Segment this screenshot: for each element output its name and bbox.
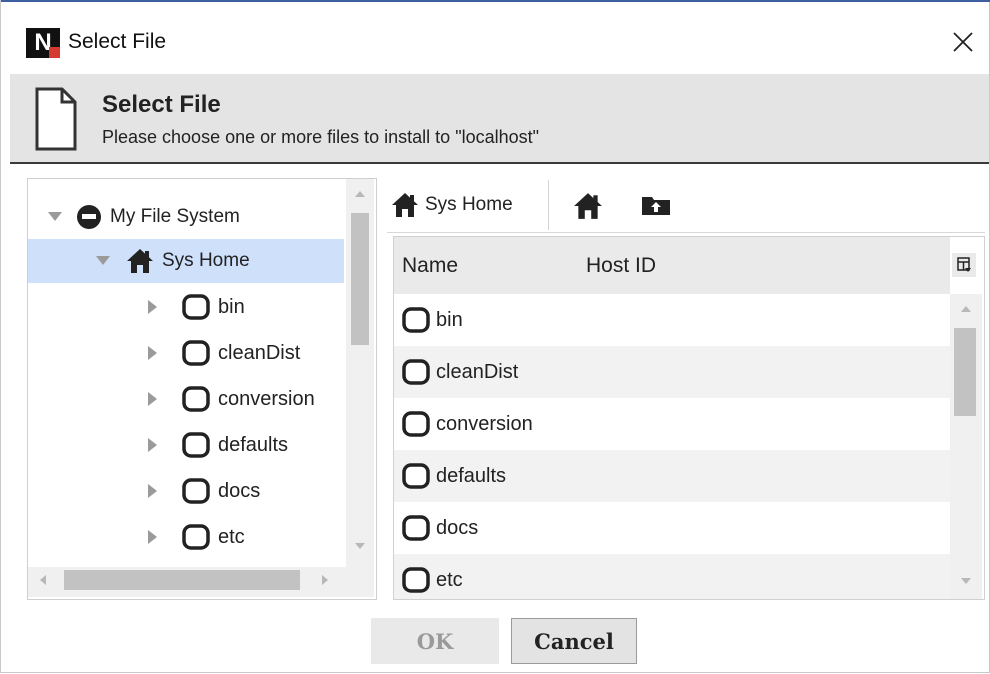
collapsed-arrow-icon[interactable]	[148, 438, 158, 452]
location-bar-divider	[387, 232, 985, 233]
folder-icon	[402, 515, 430, 541]
niagara-logo-icon: N	[26, 28, 60, 58]
ok-button[interactable]: OK	[371, 618, 499, 664]
file-list-row-docs[interactable]: docs	[394, 502, 950, 554]
dialog-header: Select File Please choose one or more fi…	[10, 74, 989, 164]
tree-item-cleandist[interactable]: cleanDist	[28, 331, 344, 375]
column-header-name[interactable]: Name	[402, 254, 458, 278]
tree-vertical-scroll-thumb[interactable]	[351, 213, 369, 345]
drive-icon	[77, 205, 101, 229]
file-name: cleanDist	[436, 360, 519, 383]
tree-item-conversion[interactable]: conversion	[28, 377, 344, 421]
tree-item-label: defaults	[218, 433, 289, 456]
tree-item-label: etc	[218, 525, 245, 548]
tree-item-etc[interactable]: etc	[28, 515, 344, 559]
close-icon	[953, 32, 973, 52]
tree-item-my-file-system[interactable]: My File System	[28, 195, 344, 239]
home-icon	[127, 249, 153, 273]
collapsed-arrow-icon[interactable]	[148, 346, 158, 360]
file-name: etc	[436, 568, 463, 591]
tree-item-label: bin	[218, 295, 245, 318]
file-name: conversion	[436, 412, 533, 435]
file-name: docs	[436, 516, 479, 539]
folder-up-icon	[642, 197, 670, 215]
cancel-button[interactable]: Cancel	[511, 618, 637, 664]
folder-icon	[402, 567, 430, 593]
go-up-button[interactable]	[641, 194, 671, 221]
folder-icon	[402, 359, 430, 385]
tree-item-label: Sys Home	[162, 250, 250, 271]
file-list-row-bin[interactable]: bin	[394, 294, 950, 346]
folder-icon	[182, 386, 210, 412]
tree-vertical-scrollbar[interactable]	[346, 179, 374, 567]
header-title: Select File	[102, 91, 221, 118]
folder-icon	[182, 524, 210, 550]
go-home-button[interactable]	[573, 192, 603, 225]
tree-item-label: docs	[218, 479, 261, 502]
folder-icon	[182, 478, 210, 504]
expand-arrow-icon[interactable]	[96, 256, 110, 266]
home-icon	[574, 193, 602, 219]
file-name: defaults	[436, 464, 507, 487]
tree-item-sys-home[interactable]: Sys Home	[28, 239, 344, 283]
file-system-tree[interactable]: My File System Sys Home bin cleanDist co…	[27, 178, 377, 600]
file-list-row-conversion[interactable]: conversion	[394, 398, 950, 450]
location-sys-home-button[interactable]: Sys Home	[391, 188, 513, 222]
tree-horizontal-scrollbar[interactable]	[28, 567, 374, 597]
tree-item-defaults[interactable]: defaults	[28, 423, 344, 467]
header-subtitle: Please choose one or more files to insta…	[102, 127, 540, 147]
tree-horizontal-scroll-thumb[interactable]	[64, 570, 300, 590]
file-list-row-defaults[interactable]: defaults	[394, 450, 950, 502]
file-list-row-cleandist[interactable]: cleanDist	[394, 346, 950, 398]
file-list[interactable]: Name Host ID bin cleanDist conversion de…	[393, 236, 985, 600]
folder-icon	[182, 294, 210, 320]
column-header-host-id[interactable]: Host ID	[586, 254, 656, 278]
close-button[interactable]	[945, 24, 981, 60]
location-label: Sys Home	[425, 194, 513, 215]
scroll-up-icon[interactable]	[355, 191, 365, 197]
scroll-left-icon[interactable]	[40, 575, 46, 585]
collapsed-arrow-icon[interactable]	[148, 300, 158, 314]
tree-item-docs[interactable]: docs	[28, 469, 344, 513]
file-list-header: Name Host ID	[394, 237, 950, 294]
folder-icon	[182, 432, 210, 458]
home-icon	[392, 193, 418, 217]
column-chooser-icon	[957, 257, 971, 272]
column-chooser-button[interactable]	[952, 253, 976, 277]
file-list-scroll-thumb[interactable]	[954, 328, 976, 416]
tree-item-label: conversion	[218, 387, 315, 410]
tree-item-label: cleanDist	[218, 341, 301, 364]
file-list-vertical-scrollbar[interactable]	[950, 294, 982, 599]
folder-icon	[182, 340, 210, 366]
title-bar: N Select File	[1, 2, 989, 74]
file-list-row-etc[interactable]: etc	[394, 554, 950, 599]
tree-item-label: My File System	[110, 206, 240, 227]
tree-item-bin[interactable]: bin	[28, 285, 344, 329]
location-separator	[548, 180, 549, 230]
folder-icon	[402, 411, 430, 437]
select-file-dialog: N Select File Select File Please choose …	[0, 0, 990, 673]
folder-icon	[402, 463, 430, 489]
scroll-down-icon[interactable]	[961, 578, 971, 584]
scroll-right-icon[interactable]	[322, 575, 328, 585]
window-title: Select File	[68, 30, 167, 53]
document-icon	[35, 87, 77, 151]
scroll-down-icon[interactable]	[355, 543, 365, 549]
scroll-up-icon[interactable]	[961, 306, 971, 312]
collapsed-arrow-icon[interactable]	[148, 530, 158, 544]
file-name: bin	[436, 308, 463, 331]
expand-arrow-icon[interactable]	[48, 212, 62, 222]
location-bar: Sys Home	[387, 180, 987, 233]
collapsed-arrow-icon[interactable]	[148, 484, 158, 498]
folder-icon	[402, 307, 430, 333]
collapsed-arrow-icon[interactable]	[148, 392, 158, 406]
